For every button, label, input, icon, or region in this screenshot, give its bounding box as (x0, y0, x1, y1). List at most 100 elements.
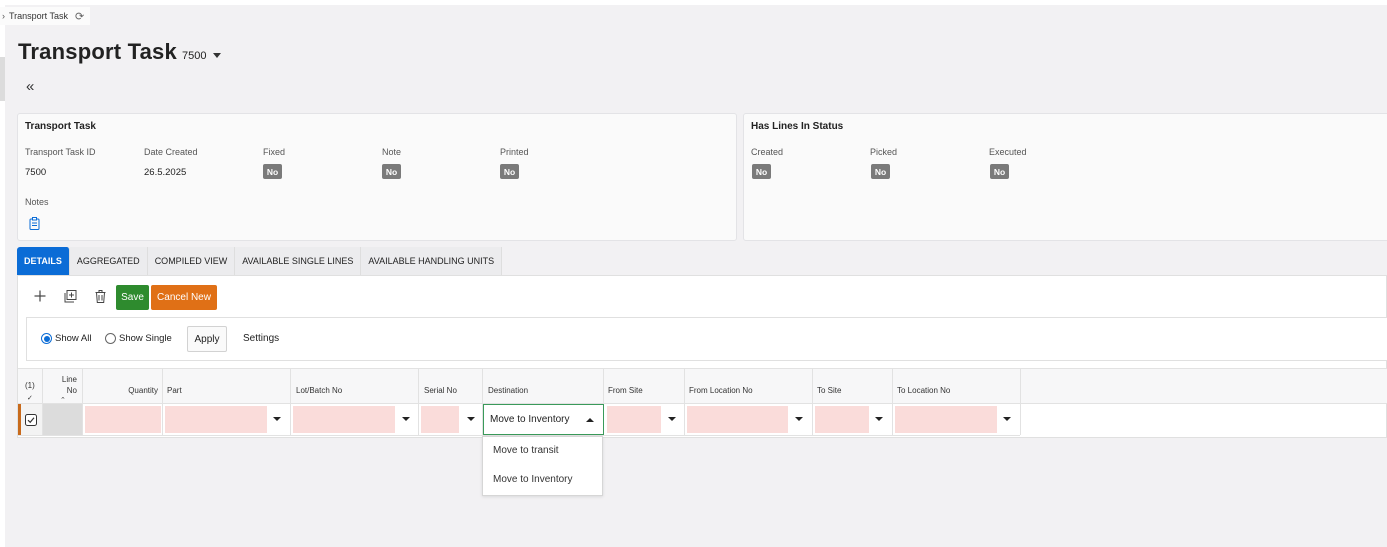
column-lot-batch-no[interactable]: Lot/Batch No (291, 369, 419, 404)
tab-bar: DETAILS AGGREGATED COMPILED VIEW AVAILAB… (17, 247, 503, 275)
caret-down-icon[interactable] (668, 417, 676, 421)
date-created-label: Date Created (144, 147, 198, 157)
delete-icon[interactable] (90, 286, 110, 306)
printed-badge: No (500, 164, 519, 179)
show-all-label: Show All (55, 333, 92, 344)
column-from-location-no[interactable]: From Location No (685, 369, 813, 404)
caret-up-icon[interactable] (586, 418, 594, 422)
selection-count: (1) (25, 381, 35, 390)
tab-aggregated[interactable]: AGGREGATED (69, 247, 148, 275)
row-select-cell[interactable] (18, 404, 43, 435)
caret-down-icon[interactable] (467, 417, 475, 421)
show-single-radio[interactable]: Show Single (105, 333, 172, 344)
tab-available-single-lines[interactable]: AVAILABLE SINGLE LINES (235, 247, 362, 275)
column-line-no[interactable]: Line No ⌃ (43, 369, 83, 404)
dropdown-option-move-to-transit[interactable]: Move to transit (493, 445, 559, 456)
radio-checked-icon (41, 333, 52, 344)
column-part[interactable]: Part (163, 369, 291, 404)
caret-down-icon[interactable] (1003, 417, 1011, 421)
created-badge: No (752, 164, 771, 179)
column-to-site[interactable]: To Site (813, 369, 893, 404)
column-label: To Location No (897, 386, 951, 395)
column-quantity[interactable]: Quantity (83, 369, 163, 404)
fixed-badge: No (263, 164, 282, 179)
column-from-site[interactable]: From Site (604, 369, 685, 404)
column-label: From Site (608, 386, 643, 395)
select-all-header[interactable]: (1) ✓ (18, 369, 43, 404)
toolbar: Save Cancel New (18, 276, 1386, 318)
executed-label: Executed (989, 147, 1027, 157)
to-site-input[interactable] (815, 406, 869, 433)
card-title: Transport Task (25, 121, 96, 132)
created-label: Created (751, 147, 784, 157)
column-serial-no[interactable]: Serial No (419, 369, 483, 404)
part-input[interactable] (165, 406, 267, 433)
from-site-input[interactable] (607, 406, 661, 433)
line-no-cell (43, 404, 83, 435)
column-to-location-no[interactable]: To Location No (893, 369, 1021, 404)
serial-no-cell[interactable] (419, 404, 483, 435)
tab-compiled-view[interactable]: COMPILED VIEW (147, 247, 236, 275)
card-title: Has Lines In Status (751, 121, 844, 132)
note-label: Note (382, 147, 402, 157)
to-site-cell[interactable] (813, 404, 893, 435)
destination-select[interactable]: Move to Inventory (483, 404, 604, 435)
show-single-label: Show Single (119, 333, 172, 344)
lot-batch-no-cell[interactable] (291, 404, 419, 435)
cancel-new-button[interactable]: Cancel New (151, 285, 217, 310)
settings-link[interactable]: Settings (243, 333, 279, 344)
column-label: From Location No (689, 386, 753, 395)
general-info-card: Transport Task Transport Task ID 7500 Da… (17, 113, 737, 241)
column-label: To Site (817, 386, 842, 395)
collapse-double-chevron-icon[interactable]: « (26, 78, 34, 95)
breadcrumb-label: Transport Task (9, 11, 69, 21)
date-created-value: 26.5.2025 (144, 167, 187, 178)
column-label: Lot/Batch No (296, 386, 343, 395)
picked-badge: No (871, 164, 890, 179)
tab-available-handling-units[interactable]: AVAILABLE HANDLING UNITS (361, 247, 503, 275)
radio-unchecked-icon (105, 333, 116, 344)
check-icon: ✓ (27, 395, 33, 402)
quantity-input[interactable] (85, 406, 161, 433)
from-location-no-cell[interactable] (685, 404, 813, 435)
from-site-cell[interactable] (604, 404, 685, 435)
caret-down-icon[interactable] (795, 417, 803, 421)
checkbox-checked-icon[interactable] (25, 413, 37, 431)
picked-label: Picked (870, 147, 898, 157)
to-location-no-input[interactable] (895, 406, 997, 433)
notes-clipboard-icon[interactable] (29, 217, 40, 235)
breadcrumb[interactable]: › Transport Task ⟳ (0, 7, 91, 25)
serial-no-input[interactable] (421, 406, 459, 433)
part-cell[interactable] (163, 404, 291, 435)
destination-value: Move to Inventory (490, 414, 570, 425)
column-label: Quantity (128, 386, 158, 395)
caret-down-icon[interactable] (402, 417, 410, 421)
show-all-radio[interactable]: Show All (41, 333, 91, 344)
record-selector[interactable]: 7500 (182, 50, 206, 62)
caret-down-icon[interactable] (213, 53, 221, 58)
details-panel: Save Cancel New Show All Show Single App… (17, 275, 1387, 438)
quantity-cell[interactable] (83, 404, 163, 435)
notes-label: Notes (25, 197, 49, 207)
transport-task-id-label: Transport Task ID (25, 147, 96, 157)
caret-down-icon[interactable] (875, 417, 883, 421)
lot-batch-no-input[interactable] (293, 406, 395, 433)
apply-button[interactable]: Apply (187, 326, 227, 352)
save-button[interactable]: Save (116, 285, 149, 310)
status-card: Has Lines In Status Created No Picked No… (743, 113, 1387, 241)
transport-task-id-value: 7500 (25, 167, 47, 178)
duplicate-icon[interactable] (60, 286, 80, 306)
column-destination[interactable]: Destination (483, 369, 604, 404)
column-label: Part (167, 386, 182, 395)
caret-down-icon[interactable] (273, 417, 281, 421)
from-location-no-input[interactable] (687, 406, 788, 433)
printed-label: Printed (500, 147, 529, 157)
page-title: Transport Task (18, 39, 177, 64)
add-icon[interactable] (30, 286, 50, 306)
column-label: Destination (488, 386, 529, 395)
tab-details[interactable]: DETAILS (17, 247, 70, 275)
to-location-no-cell[interactable] (893, 404, 1021, 435)
note-badge: No (382, 164, 401, 179)
dropdown-option-move-to-inventory[interactable]: Move to Inventory (493, 474, 572, 485)
refresh-icon[interactable]: ⟳ (75, 10, 84, 23)
